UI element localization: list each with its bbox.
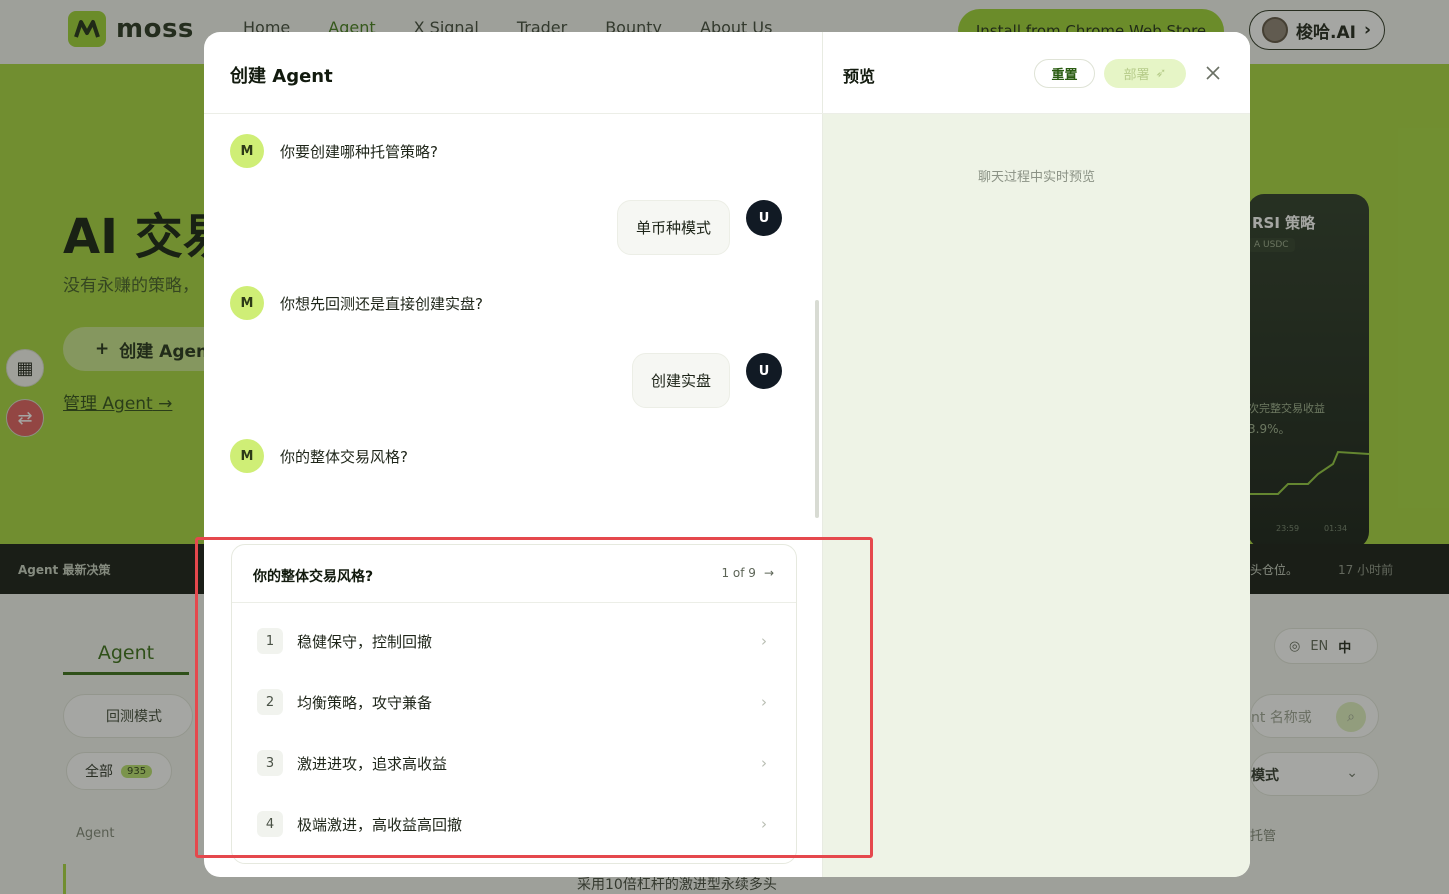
user-avatar-chat: U (746, 200, 783, 236)
reset-button[interactable]: 重置 (1034, 59, 1095, 88)
user-avatar-chat: U (746, 353, 783, 389)
highlight-annotation (195, 537, 873, 858)
user-message: 创建实盘 U (632, 353, 783, 408)
deploy-label: 部署 (1123, 68, 1150, 83)
bot-message: M 你要创建哪种托管策略? (230, 134, 438, 168)
user-message: 单币种模式 U (617, 200, 783, 255)
bot-message: M 你想先回测还是直接创建实盘? (230, 286, 483, 320)
preview-title: 预览 (843, 67, 876, 86)
bot-avatar: M (230, 439, 264, 473)
preview-hint: 聊天过程中实时预览 (977, 170, 1095, 185)
bot-avatar: M (230, 134, 264, 168)
chat-scrollbar[interactable] (815, 300, 819, 518)
close-icon[interactable] (1201, 61, 1225, 85)
bot-avatar: M (230, 286, 264, 320)
user-message-bubble: 单币种模式 (617, 200, 731, 255)
bot-message-text: 你想先回测还是直接创建实盘? (280, 294, 483, 313)
bot-message: M 你的整体交易风格? (230, 439, 408, 473)
preview-pane: 预览 重置 部署 ➶ 聊天过程中实时预览 (823, 32, 1250, 877)
preview-header: 预览 重置 部署 ➶ (823, 32, 1250, 114)
bot-message-text: 你的整体交易风格? (280, 447, 408, 466)
deploy-button[interactable]: 部署 ➶ (1104, 59, 1186, 88)
user-message-bubble: 创建实盘 (632, 353, 731, 408)
bot-message-text: 你要创建哪种托管策略? (280, 142, 438, 161)
rocket-icon: ➶ (1155, 66, 1167, 81)
modal-title: 创建 Agent (230, 66, 333, 87)
chat-header: 创建 Agent (204, 32, 823, 114)
